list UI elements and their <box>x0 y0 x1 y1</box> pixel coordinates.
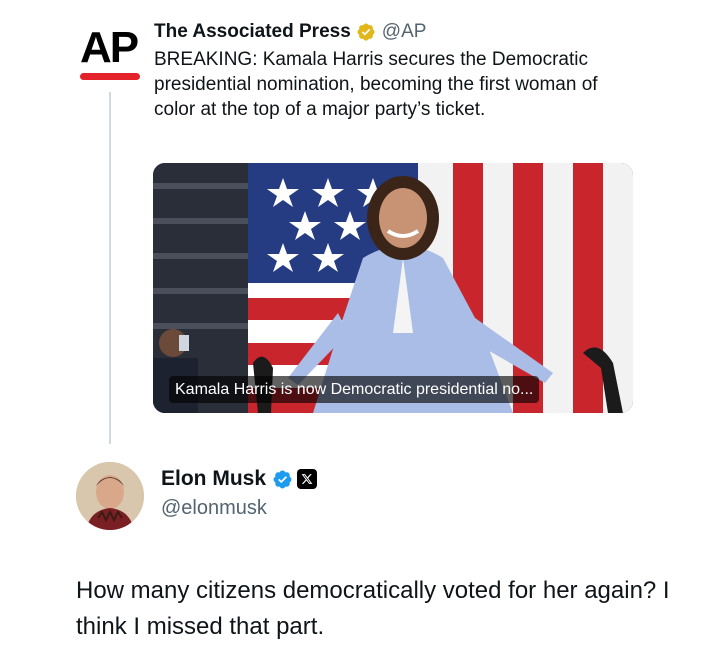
ap-logo-text: AP <box>80 23 139 72</box>
tweet-media-card[interactable]: Kamala Harris is now Democratic presiden… <box>153 163 633 413</box>
reply-author-name[interactable]: Elon Musk <box>161 467 266 491</box>
avatar-image <box>76 462 144 530</box>
ap-logo[interactable]: AP <box>80 26 142 84</box>
thread-connector-line <box>109 92 111 444</box>
ap-logo-bar <box>80 73 140 80</box>
blue-verified-icon <box>273 470 292 488</box>
ap-tweet-header: The Associated Press @AP <box>154 18 426 46</box>
reply-tweet-text: How many citizens democratically voted f… <box>76 577 670 640</box>
ap-tweet-text: BREAKING: Kamala Harris secures the Demo… <box>154 49 598 120</box>
reply-author-handle[interactable]: @elonmusk <box>161 497 267 520</box>
gold-verified-icon <box>357 23 375 41</box>
ap-author-handle[interactable]: @AP <box>382 21 427 43</box>
reply-tweet-header: Elon Musk <box>161 465 318 493</box>
media-caption: Kamala Harris is now Democratic presiden… <box>169 376 540 403</box>
ap-author-name[interactable]: The Associated Press <box>154 21 351 43</box>
x-logo-icon[interactable] <box>297 469 318 489</box>
avatar[interactable] <box>76 462 144 530</box>
